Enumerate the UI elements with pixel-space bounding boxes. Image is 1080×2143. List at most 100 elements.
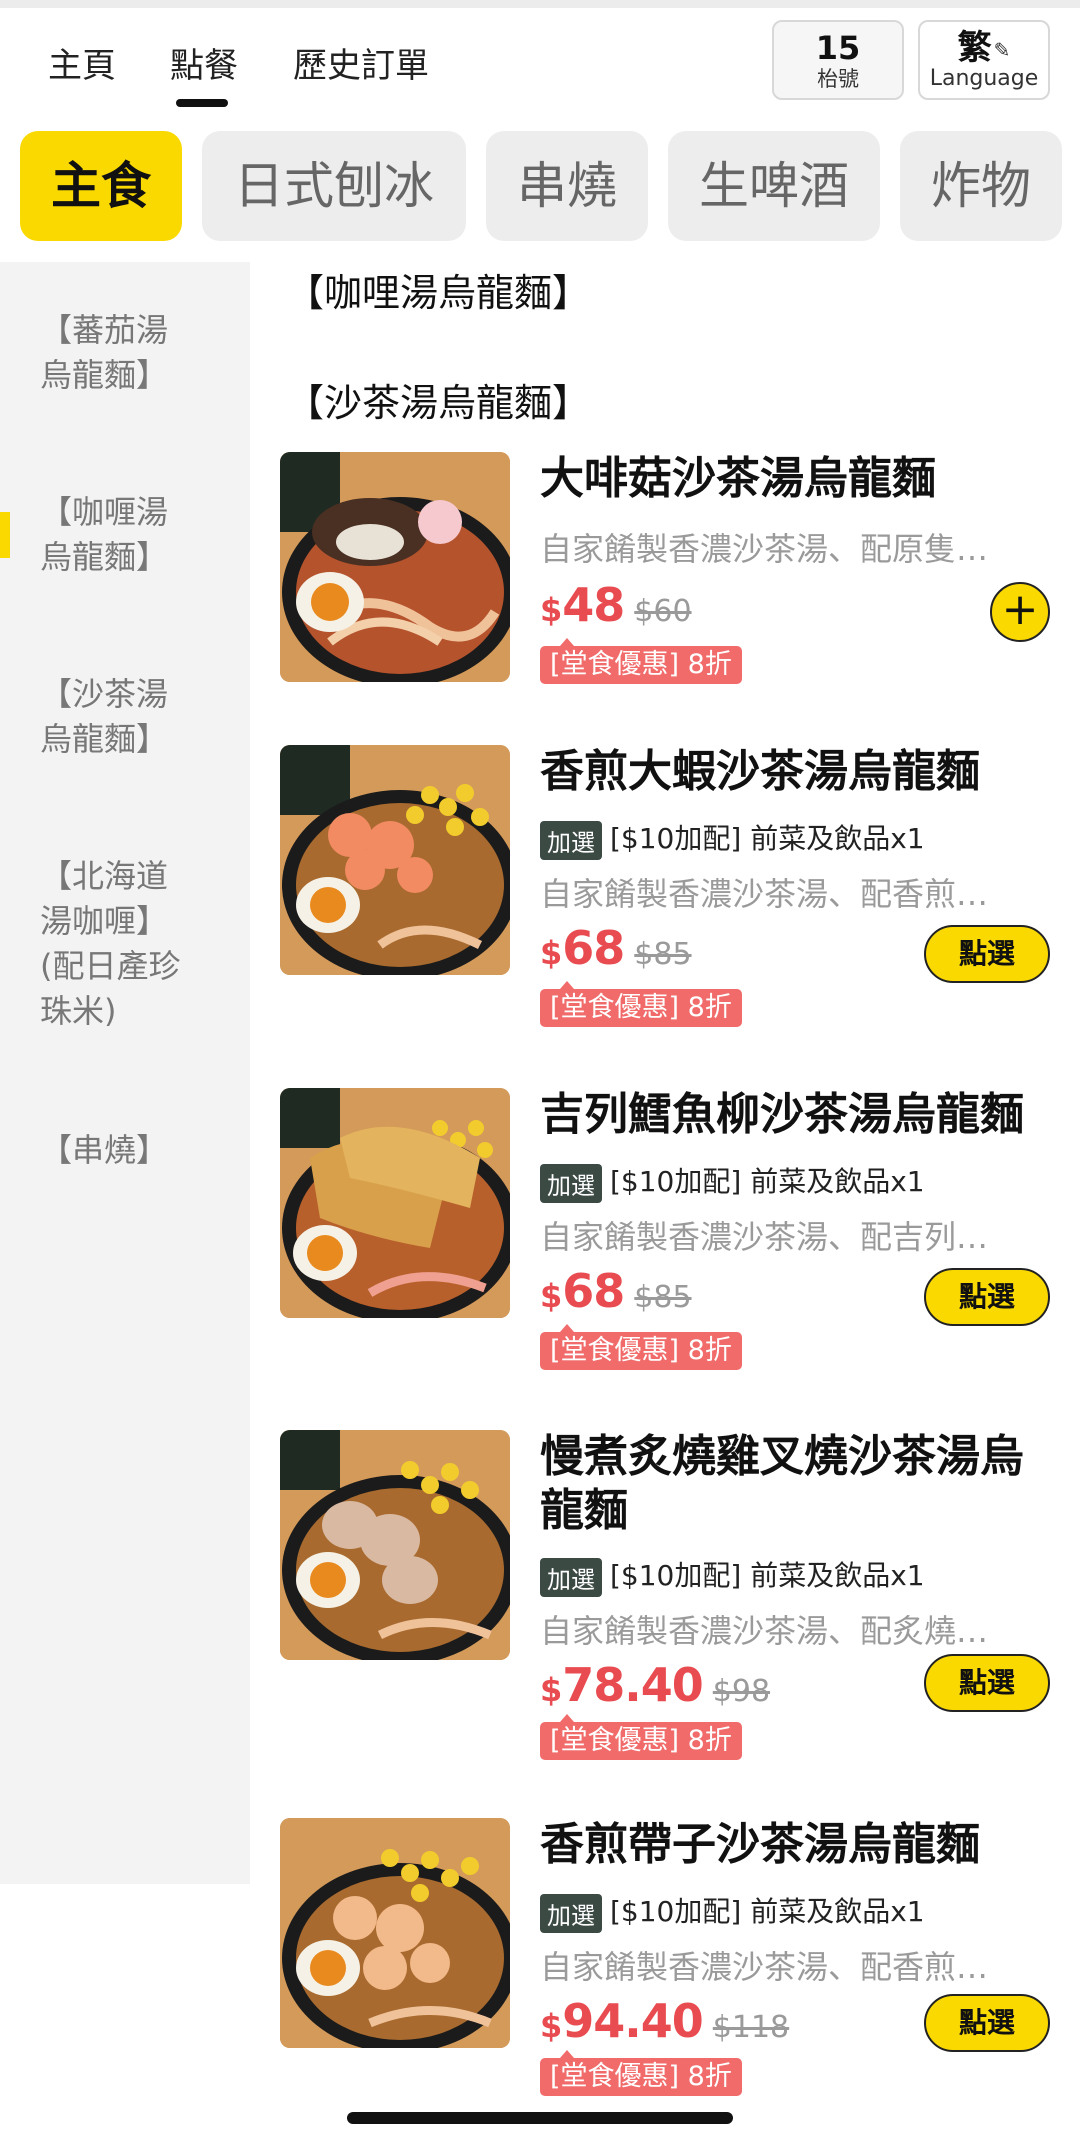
language-button[interactable]: 繁 ✎ Language [918,20,1050,100]
currency-symbol: $ [540,1671,563,1709]
price-row: $68 $85 [540,1264,692,1318]
addon-option: 加選 [$10加配] 前菜及飲品x1 [540,1160,925,1203]
product-card[interactable]: 香煎大蝦沙茶湯烏龍麵 加選 [$10加配] 前菜及飲品x1 自家餚製香濃沙茶湯、配… [280,745,1060,1027]
table-number: 15 [815,29,861,67]
currency-symbol: $ [540,2007,563,2045]
sidebar-item-hokkaido-soup-curry[interactable]: 【北海道 湯咖喱】 (配日產珍 珠米) [40,854,181,1034]
select-button[interactable]: 點選 [924,1994,1050,2052]
price-row: $68 $85 [540,921,692,975]
addon-text: [$10加配] 前菜及飲品x1 [610,1895,925,1928]
promo-badge: [堂食優惠] 8折 [540,638,742,684]
promo-badge: [堂食優惠] 8折 [540,1714,742,1760]
sidebar-item-label: 烏龍麵】 [40,356,169,394]
product-image [280,1088,510,1318]
product-image [280,1430,510,1660]
sidebar-item-satay-udon[interactable]: 【沙茶湯 烏龍麵】 [40,672,168,762]
addon-tag: 加選 [540,1893,602,1933]
addon-tag: 加選 [540,820,602,860]
product-name: 香煎大蝦沙茶湯烏龍麵 [540,746,980,797]
sidebar-item-label: 烏龍麵】 [40,538,169,576]
select-button[interactable]: 點選 [924,1268,1050,1326]
addon-text: [$10加配] 前菜及飲品x1 [610,1165,925,1198]
price-row: $94.40 $118 [540,1994,789,2048]
sidebar-item-label: 湯咖喱】 [40,902,169,940]
active-tab-underline [176,99,228,107]
product-card[interactable]: 慢煮炙燒雞叉燒沙茶湯烏龍麵 加選 [$10加配] 前菜及飲品x1 自家餚製香濃沙茶… [280,1430,1060,1760]
product-description: 自家餚製香濃沙茶湯、配香煎… [540,1948,989,1986]
product-image [280,745,510,975]
product-image [280,452,510,682]
product-image [280,1818,510,2048]
table-number-box: 15 枱號 [772,20,904,100]
addon-text: [$10加配] 前菜及飲品x1 [610,1559,925,1592]
tab-home[interactable]: 主頁 [48,38,116,87]
tab-order[interactable]: 點餐 [170,38,238,87]
product-name: 吉列鱈魚柳沙茶湯烏龍麵 [540,1089,1024,1140]
category-chip-shaved-ice[interactable]: 日式刨冰 [202,131,466,241]
addon-text: [$10加配] 前菜及飲品x1 [610,822,925,855]
original-price: $98 [712,1674,771,1709]
price-row: $78.40 $98 [540,1658,770,1712]
section-title-curry-udon: 【咖哩湯烏龍麵】 [286,271,591,315]
category-chip-draft-beer[interactable]: 生啤酒 [668,131,880,241]
addon-option: 加選 [$10加配] 前菜及飲品x1 [540,817,925,860]
home-indicator[interactable] [347,2112,733,2124]
status-bar-strip [0,0,1080,8]
add-to-cart-button[interactable]: + [990,582,1050,642]
product-description: 自家餚製香濃沙茶湯、配香煎… [540,875,989,913]
product-card[interactable]: 香煎帶子沙茶湯烏龍麵 加選 [$10加配] 前菜及飲品x1 自家餚製香濃沙茶湯、配… [280,1818,1060,2098]
original-price: $85 [634,1280,692,1315]
addon-tag: 加選 [540,1163,602,1203]
sidebar-item-label: 【咖喱湯 [40,493,169,531]
original-price: $60 [634,594,692,629]
promo-badge: [堂食優惠] 8折 [540,2050,742,2096]
sidebar-active-indicator [0,512,10,558]
sidebar-item-label: 【北海道 [40,857,169,895]
currency-symbol: $ [540,1277,563,1315]
category-chip-main[interactable]: 主食 [20,131,182,241]
select-button[interactable]: 點選 [924,1654,1050,1712]
product-price: 78.40 [562,1658,704,1712]
sidebar-item-label: 【蕃茄湯 [40,311,169,349]
addon-tag: 加選 [540,1557,602,1597]
sidebar-item-label: 【沙茶湯 [40,675,169,713]
sidebar-item-tomato-udon[interactable]: 【蕃茄湯 烏龍麵】 [40,308,168,398]
pencil-icon: ✎ [993,38,1011,62]
category-chip-skewers[interactable]: 串燒 [486,131,648,241]
sidebar-item-skewers[interactable]: 【串燒】 [40,1128,168,1173]
product-name: 慢煮炙燒雞叉燒沙茶湯烏龍麵 [540,1431,1024,1536]
product-description: 自家餚製香濃沙茶湯、配吉列… [540,1218,989,1256]
tab-order-history[interactable]: 歷史訂單 [293,38,429,87]
product-card[interactable]: 大啡菇沙茶湯烏龍麵 自家餚製香濃沙茶湯、配原隻… $48 $60 [堂食優惠] 8… [280,452,1060,702]
language-current: 繁 [957,28,992,68]
promo-badge: [堂食優惠] 8折 [540,1324,742,1370]
select-button[interactable]: 點選 [924,925,1050,983]
table-number-label: 枱號 [817,67,859,91]
sidebar-item-label: 珠米) [40,992,117,1030]
product-name: 香煎帶子沙茶湯烏龍麵 [540,1819,980,1870]
product-name: 大啡菇沙茶湯烏龍麵 [540,453,936,504]
product-price: 68 [562,921,625,975]
section-title-satay-udon: 【沙茶湯烏龍麵】 [286,381,591,425]
original-price: $85 [634,937,692,972]
original-price: $118 [712,2010,790,2045]
subcategory-sidebar: 【蕃茄湯 烏龍麵】 【咖喱湯 烏龍麵】 【沙茶湯 烏龍麵】 【北海道 湯咖喱】 … [0,262,250,1884]
sidebar-item-curry-udon[interactable]: 【咖喱湯 烏龍麵】 [40,490,168,580]
product-price: 48 [562,578,625,632]
addon-option: 加選 [$10加配] 前菜及飲品x1 [540,1890,925,1933]
product-description: 自家餚製香濃沙茶湯、配原隻… [540,530,989,568]
product-description: 自家餚製香濃沙茶湯、配炙燒… [540,1612,989,1650]
sidebar-item-label: (配日產珍 [40,947,181,985]
category-chip-fried[interactable]: 炸物 [900,131,1062,241]
promo-badge: [堂食優惠] 8折 [540,981,742,1027]
sidebar-item-label: 【串燒】 [40,1131,169,1169]
language-label: Language [929,66,1039,91]
price-row: $48 $60 [540,578,692,632]
product-price: 94.40 [562,1994,704,2048]
addon-option: 加選 [$10加配] 前菜及飲品x1 [540,1554,925,1597]
currency-symbol: $ [540,934,563,972]
product-card[interactable]: 吉列鱈魚柳沙茶湯烏龍麵 加選 [$10加配] 前菜及飲品x1 自家餚製香濃沙茶湯、… [280,1088,1060,1370]
sidebar-item-label: 烏龍麵】 [40,720,169,758]
product-price: 68 [562,1264,625,1318]
currency-symbol: $ [540,591,563,629]
